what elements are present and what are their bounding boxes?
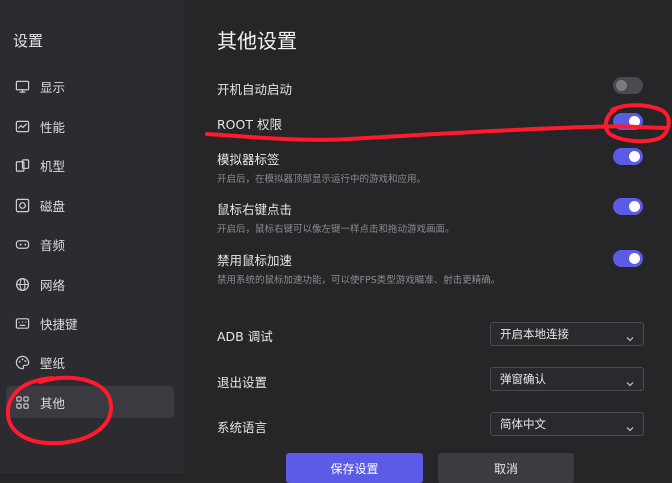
select-label: ADB 调试 <box>217 329 273 344</box>
sidebar-item-label: 壁纸 <box>40 355 66 371</box>
setting-title: 模拟器标签 <box>217 152 280 167</box>
page-title: 其他设置 <box>217 29 297 53</box>
exit-setting-select[interactable]: 弹窗确认 <box>490 367 644 391</box>
sidebar-item-label: 显示 <box>40 79 66 95</box>
setting-description: 开启后，在模拟器顶部显示运行中的游戏和应用。 <box>217 174 427 185</box>
disk-icon <box>14 197 30 213</box>
sidebar: 设置 显示 性能 机型 磁盘 音频 网络 快捷键 壁纸 其他 <box>0 0 184 473</box>
monitor-icon <box>14 78 30 94</box>
system-language-select[interactable]: 简体中文 <box>490 412 644 436</box>
sidebar-title: 设置 <box>13 32 44 50</box>
toggle-knob <box>629 116 640 127</box>
select-value: 简体中文 <box>500 417 546 431</box>
cancel-button[interactable]: 取消 <box>438 453 574 483</box>
toggle-knob <box>629 253 640 264</box>
save-button[interactable]: 保存设置 <box>286 453 423 483</box>
sidebar-item-other[interactable]: 其他 <box>6 386 174 418</box>
chevron-down-icon <box>625 329 635 342</box>
sidebar-item-performance[interactable]: 性能 <box>6 110 174 142</box>
sidebar-item-label: 音频 <box>40 237 66 253</box>
audio-icon <box>14 236 30 252</box>
sidebar-item-label: 性能 <box>40 119 66 135</box>
setting-title: ROOT 权限 <box>217 117 282 132</box>
device-icon <box>14 157 30 173</box>
sidebar-item-label: 机型 <box>40 158 66 174</box>
select-value: 开启本地连接 <box>500 327 569 341</box>
keyboard-icon <box>14 315 30 331</box>
setting-description: 开启后，鼠标右键可以像左键一样点击和拖动游戏画面。 <box>217 224 455 235</box>
select-label: 系统语言 <box>217 420 268 435</box>
right-click-toggle[interactable] <box>613 198 643 215</box>
setting-title: 禁用鼠标加速 <box>217 253 293 268</box>
emulator-tab-toggle[interactable] <box>613 148 643 165</box>
globe-icon <box>14 276 30 292</box>
setting-title: 鼠标右键点击 <box>217 202 293 217</box>
select-label: 退出设置 <box>217 375 268 390</box>
toggle-knob <box>629 151 640 162</box>
sidebar-item-device[interactable]: 机型 <box>6 149 174 181</box>
sidebar-item-audio[interactable]: 音频 <box>6 228 174 260</box>
sidebar-item-network[interactable]: 网络 <box>6 268 174 300</box>
sidebar-item-disk[interactable]: 磁盘 <box>6 189 174 221</box>
sidebar-item-display[interactable]: 显示 <box>6 70 174 102</box>
auto-start-toggle[interactable] <box>613 77 643 94</box>
select-value: 弹窗确认 <box>500 372 546 386</box>
toggle-knob <box>629 201 640 212</box>
chevron-down-icon <box>625 374 635 387</box>
palette-icon <box>14 354 30 370</box>
chevron-down-icon <box>625 419 635 432</box>
sidebar-item-label: 网络 <box>40 277 66 293</box>
main-panel: 其他设置 开机自动启动 ROOT 权限 模拟器标签 开启后，在模拟器顶部显示运行… <box>184 0 672 483</box>
sidebar-item-wallpaper[interactable]: 壁纸 <box>6 346 174 378</box>
sidebar-item-shortcuts[interactable]: 快捷键 <box>6 307 174 339</box>
mouse-acceleration-toggle[interactable] <box>613 250 643 267</box>
sidebar-item-label: 快捷键 <box>40 316 78 332</box>
sidebar-item-label: 其他 <box>40 395 66 411</box>
performance-icon <box>14 118 30 134</box>
setting-description: 禁用系统的鼠标加速功能，可以使FPS类型游戏瞄准、射击更精确。 <box>217 275 501 286</box>
adb-debug-select[interactable]: 开启本地连接 <box>490 322 644 346</box>
setting-title: 开机自动启动 <box>217 82 293 97</box>
root-permission-toggle[interactable] <box>613 113 643 130</box>
sidebar-item-label: 磁盘 <box>40 198 66 214</box>
grid-icon <box>14 394 30 410</box>
toggle-knob <box>616 80 627 91</box>
